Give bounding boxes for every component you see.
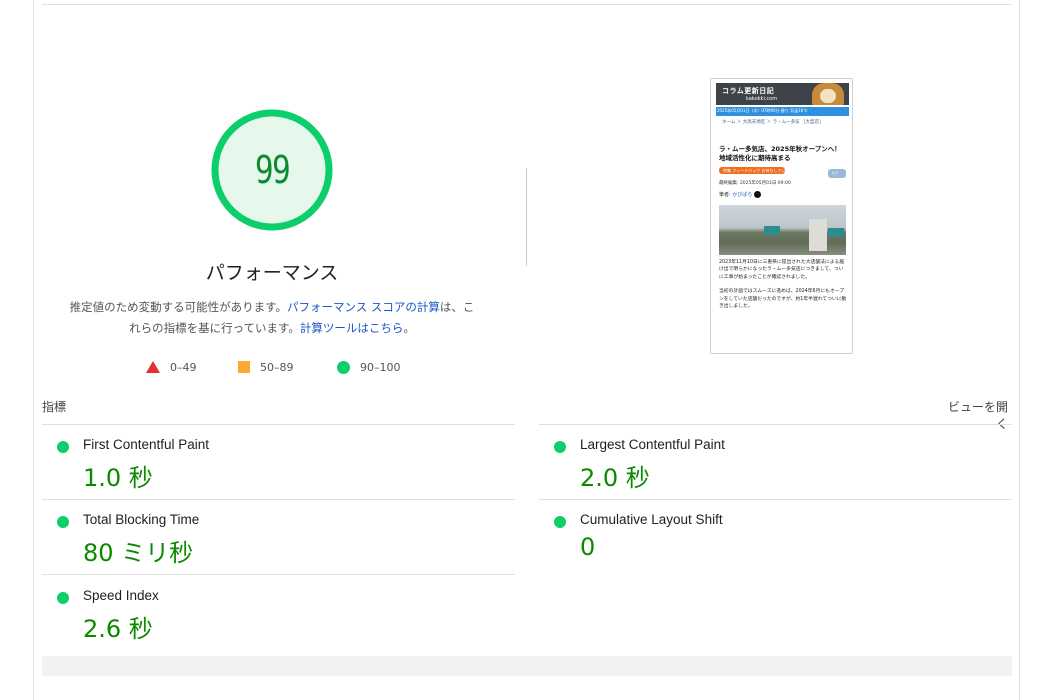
- metric-title: First Contentful Paint: [83, 437, 210, 452]
- calculator-link[interactable]: 計算ツールはこちら: [300, 321, 404, 335]
- thumb-paragraph: 2023年11月10日に三重県に提出された大店舗法による届け出で明らかになったラ…: [719, 260, 845, 280]
- metric-cls: Cumulative Layout Shift 0: [539, 500, 1009, 570]
- metric-si: Speed Index 2.6 秒: [42, 576, 512, 646]
- thumb-author-label: 筆者:: [719, 192, 733, 198]
- thumb-site-domain: kakokki.com: [746, 96, 778, 102]
- performance-gauge[interactable]: 99: [209, 108, 335, 234]
- thumb-date: 最終編集: 2025年05月01日 09:00: [719, 181, 791, 186]
- metric-value: 80 ミリ秒: [83, 539, 194, 567]
- triangle-icon: [146, 361, 160, 373]
- thumb-body: 2023年11月10日に三重県に提出された大店舗法による届け出で明らかになったラ…: [719, 259, 847, 310]
- next-section-bar: [42, 656, 1012, 676]
- legend-pass: 90–100: [337, 358, 401, 376]
- thumb-tag-text: 特集 フィードバック お待ちしています: [723, 168, 794, 173]
- pass-circle-icon: [554, 441, 566, 453]
- thumb-excavator: [828, 228, 844, 237]
- metric-title: Speed Index: [83, 588, 159, 603]
- metric-divider: [42, 574, 515, 575]
- metric-value: 2.0 秒: [580, 464, 650, 492]
- legend-fail-range: 0–49: [170, 360, 197, 374]
- desc-text-3: 。: [403, 321, 415, 335]
- gauge-title: パフォーマンス: [205, 262, 339, 284]
- pass-circle-icon: [57, 441, 69, 453]
- metric-value: 2.6 秒: [83, 615, 153, 643]
- thumb-building: [809, 219, 827, 251]
- metric-value: 1.0 秒: [83, 464, 153, 492]
- metric-title: Cumulative Layout Shift: [580, 512, 723, 527]
- thumb-share-text: ｼｪｱ: [832, 170, 838, 175]
- x-logo-icon: [754, 191, 762, 198]
- top-divider: [42, 4, 1012, 5]
- thumb-site-title: コラム更新日記: [722, 87, 775, 95]
- legend-fail: 0–49: [146, 358, 197, 376]
- thumb-info-text: 2025年05月01日（木）07時00分 曇り 気温16℃: [717, 108, 808, 113]
- thumb-excavator: [764, 226, 780, 235]
- desc-text-1: 推定値のため変動する可能性があります。: [69, 300, 287, 314]
- dog-face: [820, 89, 836, 103]
- pass-circle-icon: [554, 516, 566, 528]
- metric-lcp: Largest Contentful Paint 2.0 秒: [539, 425, 1009, 495]
- metric-title: Largest Contentful Paint: [580, 437, 725, 452]
- legend-pass-range: 90–100: [360, 360, 401, 374]
- score-description: 推定値のため変動する可能性があります。パフォーマンス スコアの計算は、これらの指…: [66, 297, 478, 339]
- summary-divider: [526, 168, 527, 266]
- legend-average-range: 50–89: [260, 360, 294, 374]
- final-screenshot-thumbnail[interactable]: コラム更新日記 kakokki.com 2025年05月01日（木）07時00分…: [710, 78, 853, 354]
- pass-circle-icon: [57, 516, 69, 528]
- circle-icon: [337, 360, 350, 374]
- metric-fcp: First Contentful Paint 1.0 秒: [42, 425, 512, 495]
- thumb-paragraph: 当初の計画ではスムーズに進めば、2024年6月にもオープンをしていた店舗だったの…: [719, 289, 847, 310]
- metric-value: 0: [580, 533, 596, 561]
- square-icon: [238, 361, 250, 373]
- metric-tbt: Total Blocking Time 80 ミリ秒: [42, 500, 512, 570]
- thumb-breadcrumb: ホーム ＞ 大高天地区 ＞ ラ・ムー多気 ［大型店］: [722, 120, 824, 125]
- legend-average: 50–89: [238, 358, 294, 376]
- thumb-author-name: かびぱら: [732, 192, 753, 198]
- thumbnail-page: コラム更新日記 kakokki.com 2025年05月01日（木）07時00分…: [716, 83, 849, 351]
- thumb-article-title: ラ・ムー多気店、2025年秋オープンへ！地域活性化に期待高まる: [719, 145, 841, 162]
- metric-title: Total Blocking Time: [83, 512, 200, 527]
- performance-score: 99: [254, 148, 291, 192]
- metrics-heading: 指標: [42, 400, 67, 414]
- score-calc-link[interactable]: パフォーマンス スコアの計算: [287, 300, 440, 314]
- pass-circle-icon: [57, 592, 69, 604]
- thumb-author: 筆者: かびぱら: [719, 191, 762, 198]
